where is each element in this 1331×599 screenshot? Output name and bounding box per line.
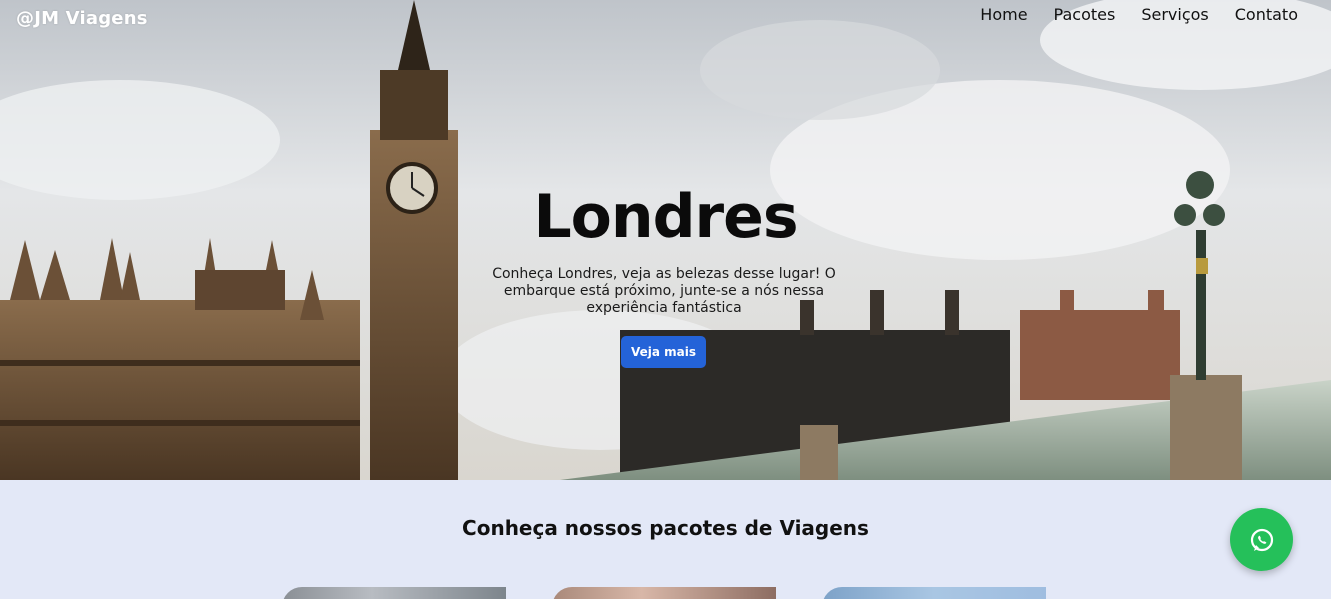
packages-section-title: Conheça nossos pacotes de Viagens — [462, 516, 869, 540]
package-card[interactable] — [282, 587, 506, 599]
main-navigation: Home Pacotes Serviços Contato — [980, 5, 1298, 24]
veja-mais-button[interactable]: Veja mais — [621, 336, 706, 368]
nav-link-home[interactable]: Home — [980, 5, 1027, 24]
hero-banner: @JM Viagens Home Pacotes Serviços Contat… — [0, 0, 1331, 480]
nav-link-servicos[interactable]: Serviços — [1141, 5, 1208, 24]
hero-title: Londres — [533, 182, 798, 252]
whatsapp-icon — [1250, 528, 1273, 551]
package-card[interactable] — [552, 587, 776, 599]
nav-link-contato[interactable]: Contato — [1235, 5, 1298, 24]
package-card[interactable] — [822, 587, 1046, 599]
brand-logo[interactable]: @JM Viagens — [16, 8, 148, 29]
whatsapp-button[interactable] — [1230, 508, 1293, 571]
nav-link-pacotes[interactable]: Pacotes — [1054, 5, 1116, 24]
hero-description: Conheça Londres, veja as belezas desse l… — [492, 266, 836, 316]
